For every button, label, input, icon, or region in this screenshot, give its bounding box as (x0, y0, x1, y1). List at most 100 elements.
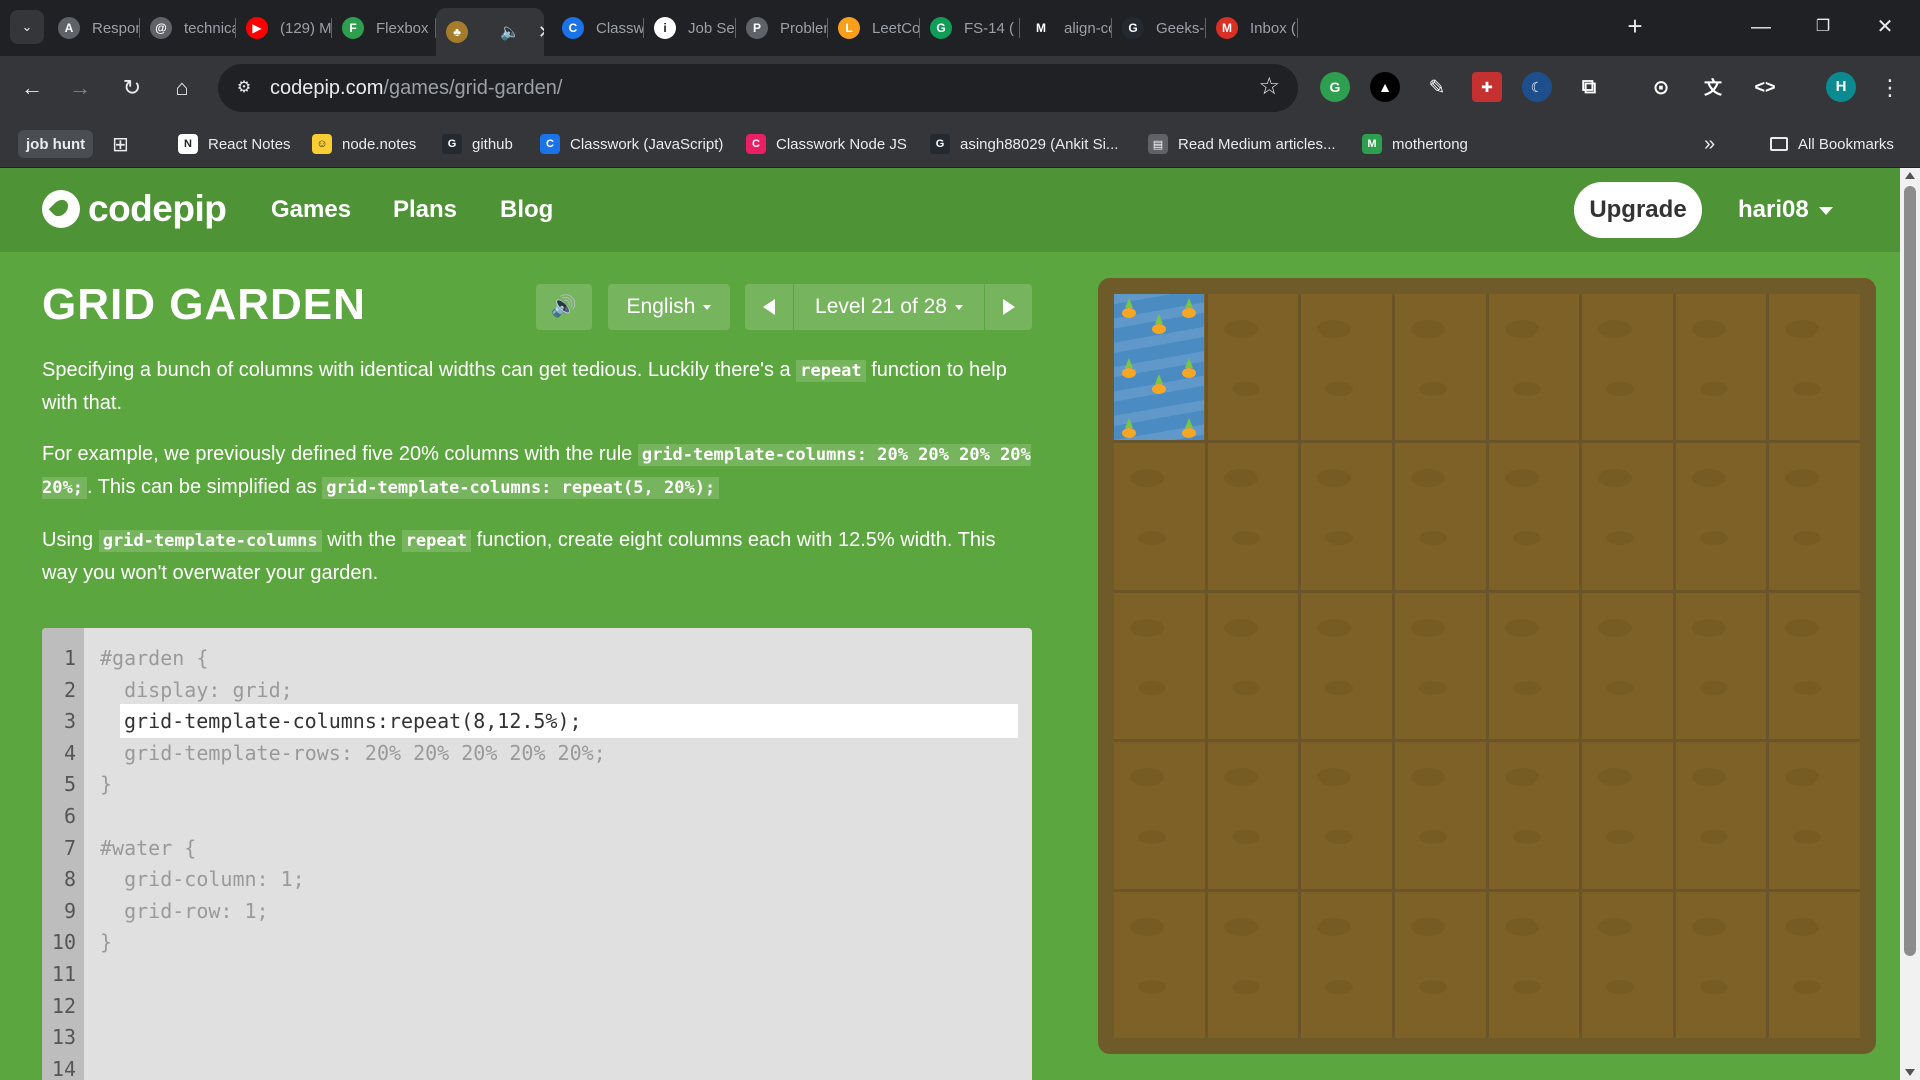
bookmark-item[interactable]: Ggithub (442, 130, 513, 158)
tab-favicon-icon: L (838, 17, 860, 39)
more-bookmarks-chevron-icon[interactable]: » (1704, 130, 1715, 158)
eyedropper-icon[interactable]: ✎ (1422, 72, 1452, 102)
carrot-icon (1150, 314, 1168, 338)
screenshot-icon[interactable]: ⊙ (1646, 72, 1676, 102)
tab-favicon-icon: G (930, 17, 952, 39)
codepip-logo[interactable]: codepip (42, 188, 227, 230)
garden-cell (1207, 443, 1299, 590)
code-line: grid-row: 1; (100, 898, 269, 923)
line-number: 1 (63, 646, 76, 670)
bookmark-item[interactable]: Gasingh88029 (Ankit Si... (930, 130, 1118, 158)
code-line: #garden { (100, 646, 209, 670)
nav-games-link[interactable]: Games (271, 196, 351, 224)
carrot-leaves (1185, 298, 1193, 308)
tab[interactable]: F Flexbox (332, 8, 436, 48)
nav-plans-link[interactable]: Plans (393, 196, 457, 224)
tab-close-icon[interactable]: ✕ (538, 22, 544, 43)
garden-cell (1488, 443, 1580, 590)
upgrade-button[interactable]: Upgrade (1574, 182, 1702, 238)
address-bar[interactable]: ⚙ codepip.com/games/grid-garden/ ☆ (218, 64, 1298, 112)
bookmark-label: github (472, 135, 513, 153)
apps-grid-icon[interactable]: ⊞ (112, 130, 129, 158)
bookmark-item[interactable]: N React Notes (178, 130, 291, 158)
css-answer-input[interactable] (120, 704, 1018, 738)
nav-blog-link[interactable]: Blog (500, 196, 553, 224)
home-button[interactable]: ⌂ (164, 70, 200, 106)
minimize-button[interactable]: — (1736, 10, 1786, 44)
restore-button[interactable]: ❐ (1798, 10, 1848, 44)
tab[interactable]: A Respon (48, 8, 140, 48)
tab[interactable]: P Problem (736, 8, 828, 48)
bookmark-item[interactable]: ▤ Read Medium articles... (1148, 130, 1336, 158)
profile-avatar[interactable]: H (1826, 72, 1856, 102)
garden-cell (1301, 742, 1392, 889)
back-button[interactable]: ← (14, 70, 50, 106)
language-select[interactable]: English (608, 284, 730, 330)
bookmark-label: job hunt (26, 135, 86, 153)
site-info-icon[interactable]: ⚙ (230, 74, 258, 102)
tab[interactable]: Malign-cc (1020, 8, 1112, 48)
url-text[interactable]: codepip.com/games/grid-garden/ (270, 77, 562, 100)
extension-triangle-icon[interactable]: ▲ (1370, 72, 1400, 102)
garden-cell (1394, 443, 1486, 590)
scrollbar-thumb[interactable] (1904, 186, 1916, 956)
extension-moon-icon[interactable]: ☾ (1522, 72, 1552, 102)
tab[interactable]: ▶ (129) M (236, 8, 332, 48)
prev-level-button[interactable] (745, 284, 793, 330)
scroll-up-icon[interactable] (1905, 172, 1915, 179)
bookmark-item[interactable]: C Classwork Node JS (746, 130, 907, 158)
tab-active[interactable]: ♣ 🔈 ✕ (436, 8, 544, 56)
sound-toggle-button[interactable]: 🔊 (536, 284, 592, 330)
browser-toolbar: ← → ↻ ⌂ ⚙ codepip.com/games/grid-garden/… (0, 56, 1920, 120)
tab[interactable]: C Classwo (552, 8, 644, 48)
garden-cell (1114, 742, 1205, 889)
code-property: grid-template-columns (98, 530, 322, 552)
tab[interactable]: i Job Sea (644, 8, 736, 48)
bookmark-label: asingh88029 (Ankit Si... (960, 135, 1119, 153)
scroll-down-icon[interactable] (1905, 1069, 1915, 1076)
user-menu[interactable]: hari08 (1738, 196, 1833, 224)
tab[interactable]: L LeetCoc (828, 8, 920, 48)
tab[interactable]: @ technica (140, 8, 236, 48)
logo-text: codepip (88, 188, 227, 229)
bookmark-item[interactable]: ☺ node.notes (312, 130, 416, 158)
extension-grammar-icon[interactable]: G (1320, 72, 1350, 102)
new-tab-button[interactable]: + (1620, 12, 1650, 42)
page-scrollbar[interactable] (1900, 168, 1920, 1080)
translate-icon[interactable]: 文 (1698, 72, 1728, 102)
bookmark-star-icon[interactable]: ☆ (1258, 72, 1280, 101)
close-window-button[interactable]: ✕ (1860, 10, 1910, 44)
bookmark-favicon-icon: ☺ (312, 134, 332, 154)
carrot-root (1152, 324, 1166, 334)
tab-favicon-icon: A (58, 17, 80, 39)
bookmark-favicon-icon: M (1362, 134, 1382, 154)
line-number: 10 (51, 930, 76, 955)
bookmark-group-chip[interactable]: job hunt (18, 130, 94, 158)
extensions-puzzle-icon[interactable]: ⧉ (1574, 72, 1604, 102)
bookmark-item[interactable]: Mmothertong (1362, 130, 1468, 158)
code-repeat: repeat (401, 530, 472, 552)
bookmark-item[interactable]: C Classwork (JavaScript) (540, 130, 723, 158)
tab-search-button[interactable]: ⌄ (10, 10, 44, 44)
tab[interactable]: G Geeks-f (1112, 8, 1206, 48)
browser-menu-icon[interactable]: ⋮ (1872, 70, 1908, 106)
next-level-button[interactable] (985, 284, 1032, 330)
extension-shield-icon[interactable]: ✚ (1472, 72, 1502, 102)
tab[interactable]: G FS-14 ( (920, 8, 1020, 48)
level-select[interactable]: Level 21 of 28 (794, 284, 984, 330)
tab-audio-icon[interactable]: 🔈 (500, 22, 520, 42)
garden-cell (1769, 592, 1860, 740)
bookmark-favicon-icon: C (746, 134, 766, 154)
reload-button[interactable]: ↻ (114, 70, 150, 106)
carrot-icon (1180, 358, 1198, 382)
instruction-paragraph-2: For example, we previously defined five … (42, 438, 1032, 504)
tab-favicon-icon: @ (150, 17, 172, 39)
code-line: #water { (100, 835, 197, 860)
line-number: 8 (63, 867, 76, 892)
instruction-text: Specifying a bunch of columns with ident… (42, 359, 797, 381)
devtools-code-icon[interactable]: <> (1750, 72, 1780, 102)
all-bookmarks-folder[interactable]: All Bookmarks (1770, 130, 1894, 158)
tab[interactable]: M Inbox ( (1206, 8, 1298, 48)
username: hari08 (1738, 196, 1809, 223)
forward-button[interactable]: → (62, 70, 98, 106)
